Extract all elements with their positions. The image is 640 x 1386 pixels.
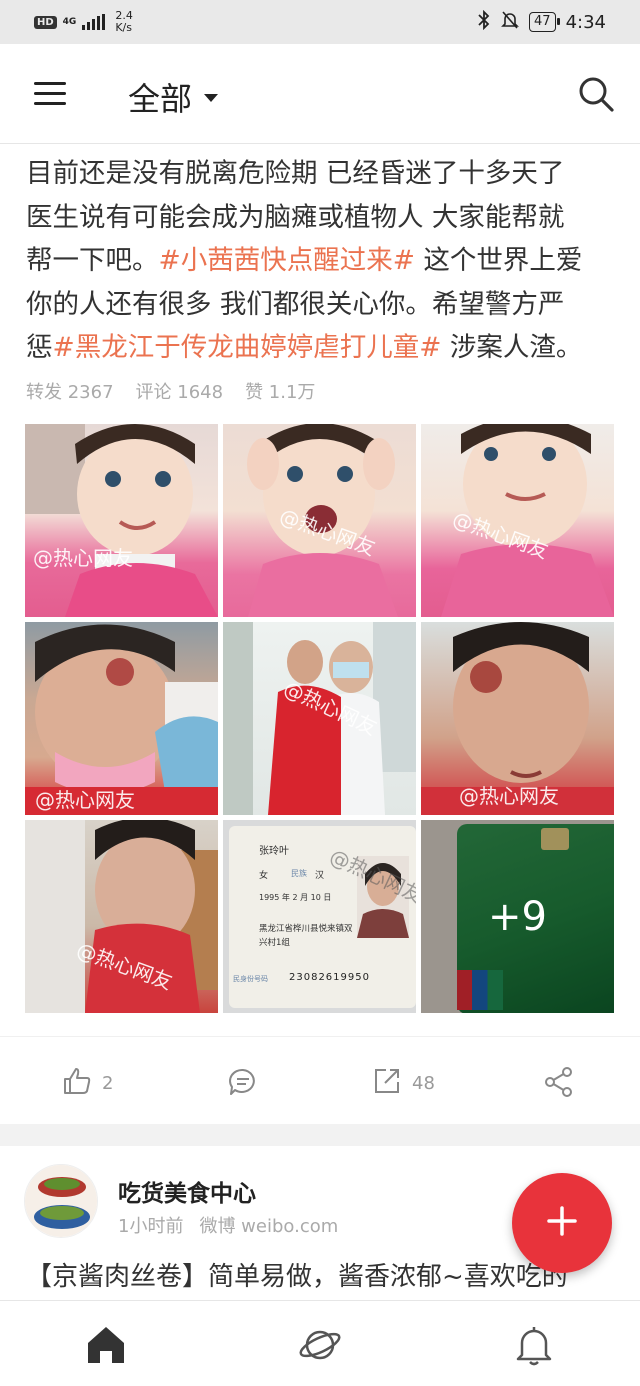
comment-button[interactable] — [227, 1066, 259, 1103]
compose-button[interactable] — [512, 1173, 612, 1273]
repost-button[interactable]: 48 — [372, 1066, 435, 1101]
post-image[interactable]: @热心网友 — [25, 622, 218, 815]
id-name: 张玲叶 — [259, 846, 289, 857]
id-gender: 女 — [259, 871, 269, 881]
author-name[interactable]: 吃货美食中心 — [118, 1174, 256, 1208]
hd-voice-icon: HD — [34, 15, 57, 29]
post-image[interactable]: @热心网友 — [421, 424, 614, 617]
post-action-bar: 2 48 — [0, 1042, 640, 1124]
post-image[interactable]: @热心网友 — [25, 424, 218, 617]
share-icon — [543, 1066, 575, 1103]
like-count: 2 — [102, 1073, 114, 1094]
divider — [0, 1036, 640, 1037]
watermark: @热心网友 — [33, 546, 133, 570]
feed-card[interactable]: 目前还是没有脱离危险期 已经昏迷了十多天了 医生说有可能会成为脑瘫或植物人 大家… — [0, 144, 640, 1124]
post-text-line: 医生说有可能会成为脑瘫或植物人 大家能帮就 — [26, 201, 565, 233]
page-title: 全部 — [128, 80, 193, 118]
post-stats: 转发 2367 评论 1648 赞 1.1万 — [26, 378, 315, 404]
image-grid: @热心网友 @热心网友 @热心网友 @热心网友 @热心网友 @热心网友 @热心网… — [25, 424, 615, 1013]
caret-down-icon — [204, 94, 219, 102]
post-body: 目前还是没有脱离危险期 已经昏迷了十多天了 医生说有可能会成为脑瘫或植物人 大家… — [26, 152, 616, 370]
id-birth: 1995 年 2 月 10 日 — [259, 893, 332, 902]
post-image[interactable]: @热心网友 — [223, 424, 416, 617]
repost-count: 48 — [412, 1073, 435, 1094]
top-app-bar: 全部 — [0, 44, 640, 144]
hashtag-link[interactable]: #小茜茜快点醒过来# — [159, 245, 415, 276]
post-image[interactable]: @热心网友 — [223, 622, 416, 815]
signal-icon — [82, 14, 106, 30]
hashtag-link[interactable]: #黑龙江于传龙曲婷婷虐打儿童# — [53, 332, 442, 363]
search-icon[interactable] — [576, 74, 616, 114]
post-text-line: 目前还是没有脱离危险期 已经昏迷了十多天了 — [26, 158, 565, 189]
id-ethnicity: 汉 — [315, 871, 325, 881]
post-image[interactable]: @热心网友 — [25, 820, 218, 1013]
post-text-line: 帮一下吧。#小茜茜快点醒过来# 这个世界上爱 — [26, 245, 583, 276]
like-button[interactable]: 2 — [62, 1066, 113, 1101]
bank-card-image[interactable]: +9 — [421, 820, 614, 1013]
network-type: 4G — [62, 16, 77, 27]
bluetooth-icon — [477, 9, 491, 35]
nav-notifications[interactable] — [512, 1323, 556, 1367]
feed-group-selector[interactable]: 全部 — [128, 74, 219, 120]
menu-icon[interactable] — [34, 82, 66, 106]
mute-bell-icon — [501, 10, 519, 35]
id-card-image[interactable]: 张玲叶 女 民族 汉 1995 年 2 月 10 日 黑龙江省桦川县悦来镇双 兴… — [223, 820, 416, 1013]
thumb-up-icon — [62, 1066, 92, 1101]
post-meta: 1小时前 微博 weibo.com — [118, 1212, 338, 1238]
watermark: @热心网友 — [459, 784, 559, 808]
id-number: 23082619950 — [289, 972, 370, 983]
nav-discover[interactable] — [298, 1323, 342, 1367]
home-icon — [88, 1327, 124, 1363]
battery-icon: 47 — [529, 12, 560, 32]
avatar[interactable] — [24, 1164, 98, 1238]
id-number-label: 民身份号码 — [233, 975, 268, 983]
id-ethnicity-label: 民族 — [291, 869, 307, 878]
clock: 4:34 — [565, 11, 606, 33]
nav-home[interactable] — [84, 1323, 128, 1367]
id-address-1: 黑龙江省桦川县悦来镇双 — [259, 924, 353, 934]
comment-icon — [227, 1066, 259, 1103]
watermark: @热心网友 — [35, 788, 135, 812]
more-images-overlay[interactable]: +9 — [421, 820, 614, 1013]
post-source: 微博 weibo.com — [199, 1216, 339, 1237]
repost-icon — [372, 1066, 402, 1101]
post-image[interactable]: @热心网友 — [421, 622, 614, 815]
repost-stat: 转发 2367 — [26, 382, 114, 403]
post-time: 1小时前 — [118, 1216, 184, 1237]
bottom-nav — [0, 1300, 640, 1386]
network-speed: 2.4 K/s — [115, 9, 133, 34]
status-bar: HD 4G 2.4 K/s 47 4:34 — [0, 0, 640, 44]
share-button[interactable] — [543, 1066, 575, 1103]
planet-icon — [299, 1330, 341, 1360]
id-address-2: 兴村1组 — [259, 938, 290, 948]
comment-stat: 评论 1648 — [135, 382, 224, 403]
bell-icon — [516, 1327, 552, 1366]
post-text-line: 你的人还有很多 我们都很关心你。希望警方严 — [26, 288, 565, 320]
post-text-line: 惩#黑龙江于传龙曲婷婷虐打儿童# 涉案人渣。 — [26, 332, 583, 363]
like-stat: 赞 1.1万 — [245, 382, 316, 403]
plus-icon — [546, 1205, 578, 1241]
